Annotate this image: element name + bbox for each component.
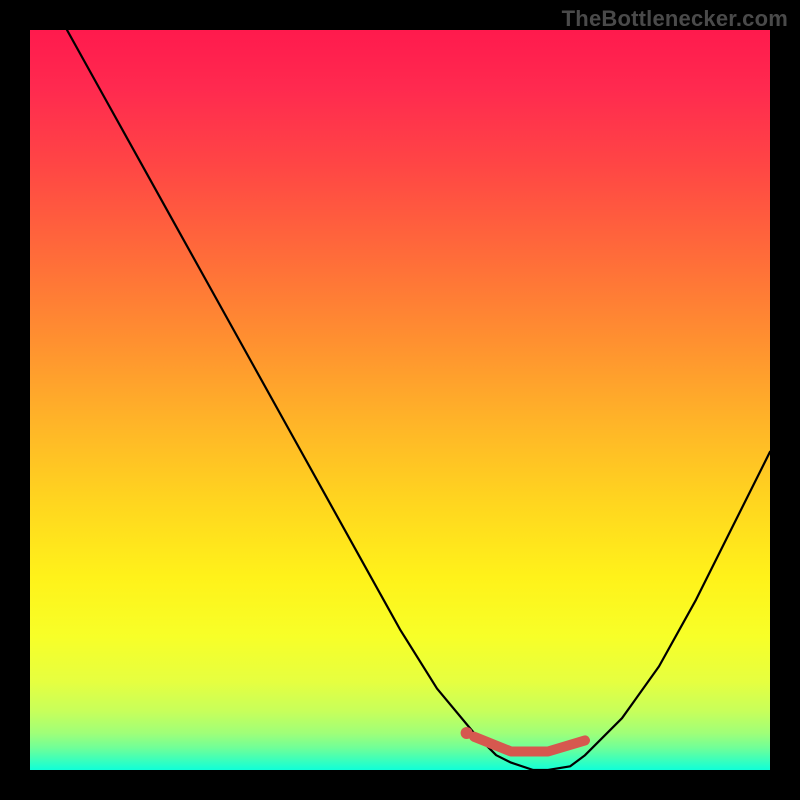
chart-container: TheBottlenecker.com [0,0,800,800]
chart-plot-area [30,30,770,770]
watermark-label: TheBottlenecker.com [562,6,788,32]
